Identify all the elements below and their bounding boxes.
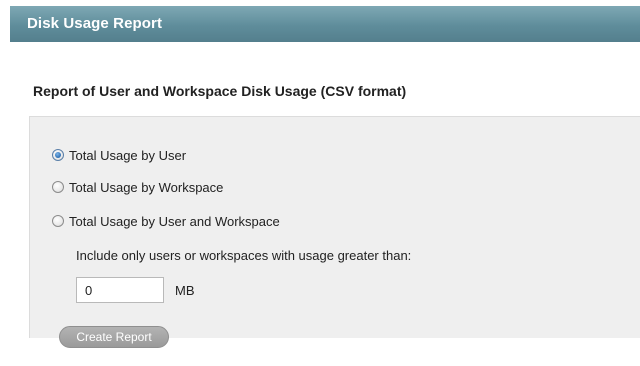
radio-label: Total Usage by User: [69, 147, 187, 163]
radio-option-usage-by-user[interactable]: Total Usage by User: [52, 146, 186, 164]
radio-button[interactable]: [52, 215, 64, 227]
radio-option-usage-by-user-and-workspace[interactable]: Total Usage by User and Workspace: [52, 212, 280, 230]
radio-option-usage-by-workspace[interactable]: Total Usage by Workspace: [52, 178, 223, 196]
radio-button-checked[interactable]: [52, 149, 64, 161]
threshold-label: Include only users or workspaces with us…: [76, 248, 412, 263]
report-options-panel: Total Usage by User Total Usage by Works…: [29, 116, 640, 348]
threshold-mb-input[interactable]: [76, 277, 164, 303]
page-title: Disk Usage Report: [27, 15, 163, 32]
report-header: Disk Usage Report: [10, 6, 640, 42]
radio-button[interactable]: [52, 181, 64, 193]
radio-label: Total Usage by Workspace: [69, 179, 224, 195]
section-heading: Report of User and Workspace Disk Usage …: [33, 83, 407, 99]
create-report-button[interactable]: Create Report: [59, 326, 169, 348]
radio-label: Total Usage by User and Workspace: [69, 213, 280, 229]
unit-label: MB: [175, 283, 195, 298]
